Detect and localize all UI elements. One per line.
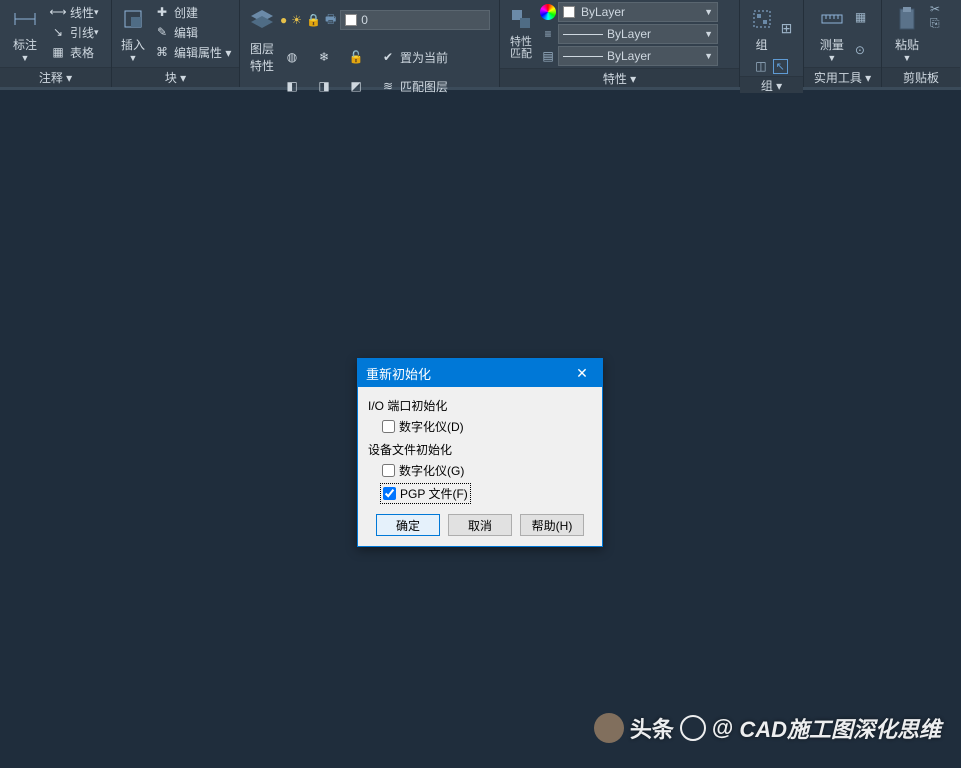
ungroup-icon[interactable]: ⊞: [781, 20, 793, 37]
color-select[interactable]: ByLayer▼: [558, 2, 718, 22]
layer-tool2[interactable]: ❄: [314, 47, 338, 67]
create-button[interactable]: ✚创建: [152, 2, 233, 22]
linear-icon: ⟷: [50, 4, 66, 20]
dimension-label: 标注: [13, 36, 37, 53]
cut-icon[interactable]: ✂: [930, 2, 940, 16]
panel-title-annotate[interactable]: 注释 ▾: [0, 67, 111, 87]
layer-iso-icon: ◧: [284, 78, 300, 94]
insert-button[interactable]: 插入 ▼: [116, 2, 150, 65]
wechat-icon: [680, 715, 706, 741]
chevron-down-icon: ▼: [129, 53, 138, 63]
layer-freeze-icon: ❄: [316, 49, 332, 65]
edit-button[interactable]: ✎编辑: [152, 22, 233, 42]
digitizer-d-label: 数字化仪(D): [399, 418, 464, 435]
layer-tool3[interactable]: 🔓: [346, 47, 370, 67]
digitizer-d-checkbox[interactable]: [382, 420, 395, 433]
edit-attr-button[interactable]: ⌘编辑属性 ▾: [152, 42, 233, 62]
pgp-file-checkbox[interactable]: [383, 487, 396, 500]
linear-button[interactable]: ⟷线性 ▾: [48, 2, 101, 22]
attr-icon: ⌘: [154, 44, 170, 60]
layer-tool1[interactable]: ◍: [282, 47, 306, 67]
layer-off-icon: ◍: [284, 49, 300, 65]
copy-icon[interactable]: ⎘: [930, 16, 940, 31]
avatar-icon: [594, 713, 624, 743]
lightbulb-icon[interactable]: ●: [280, 13, 287, 27]
leader-icon: ↘: [50, 24, 66, 40]
panel-title-group[interactable]: 组 ▾: [740, 76, 803, 94]
edit-icon: ✎: [154, 24, 170, 40]
group-edit-icon[interactable]: ◫: [755, 59, 766, 74]
layer-color-swatch: [345, 14, 357, 26]
reinit-dialog: 重新初始化 ✕ I/O 端口初始化 数字化仪(D) 设备文件初始化 数字化仪(G…: [357, 358, 603, 547]
dimension-button[interactable]: 标注 ▼: [4, 2, 46, 65]
linetype-icon[interactable]: ▤: [540, 49, 556, 63]
layer-select[interactable]: 0: [340, 10, 490, 30]
help-button[interactable]: 帮助(H): [520, 514, 584, 536]
group-select-icon[interactable]: ↖: [773, 59, 788, 74]
paste-button[interactable]: 粘贴 ▼: [886, 2, 928, 65]
panel-title-clip: 剪贴板: [882, 67, 960, 87]
lineweight-icon[interactable]: ≡: [540, 27, 556, 41]
layer-select-value: 0: [361, 13, 368, 27]
create-icon: ✚: [154, 4, 170, 20]
cancel-button[interactable]: 取消: [448, 514, 512, 536]
lock-icon[interactable]: 🔒: [306, 13, 321, 27]
set-current-button[interactable]: ✔置为当前: [378, 47, 450, 67]
layers-icon: [247, 4, 277, 34]
leader-button[interactable]: ↘引线 ▾: [48, 22, 101, 42]
plot-icon[interactable]: 🖶: [325, 10, 336, 31]
current-icon: ✔: [380, 49, 396, 65]
color-wheel-icon[interactable]: [540, 4, 556, 20]
watermark: 头条 @ CAD施工图深化思维: [594, 712, 941, 744]
digitizer-d-row[interactable]: 数字化仪(D): [368, 416, 592, 439]
panel-title-block[interactable]: 块 ▾: [112, 67, 239, 87]
layer-uniso-icon: ◨: [316, 78, 332, 94]
dimension-icon: [10, 4, 40, 34]
group-device-label: 设备文件初始化: [368, 441, 592, 458]
match-props-label: 特性匹配: [510, 36, 532, 60]
linetype-select[interactable]: ByLayer▼: [558, 24, 718, 44]
layer-props-button[interactable]: [244, 2, 280, 38]
group-io-label: I/O 端口初始化: [368, 397, 592, 414]
pgp-file-label: PGP 文件(F): [400, 485, 468, 502]
panel-annotate: 标注 ▼ ⟷线性 ▾ ↘引线 ▾ ▦表格 注释 ▾: [0, 0, 112, 87]
panel-properties: 特性匹配 ByLayer▼ ≡ ByLayer▼ ▤ ByLayer▼ 特性 ▾: [500, 0, 740, 87]
match-icon: ≋: [380, 78, 396, 94]
chevron-down-icon: ▼: [21, 53, 30, 63]
ruler-icon: [817, 4, 847, 34]
table-button[interactable]: ▦表格: [48, 42, 101, 62]
sun-icon[interactable]: ☀: [291, 13, 302, 27]
close-icon[interactable]: ✕: [562, 359, 602, 387]
measure-button[interactable]: 测量 ▼: [817, 2, 847, 65]
dialog-title: 重新初始化: [366, 364, 431, 383]
panel-title-util[interactable]: 实用工具 ▾: [804, 67, 881, 87]
panel-group: 组 ⊞ ◫ ↖ 组 ▾: [740, 0, 804, 87]
clipboard-icon: [892, 4, 922, 34]
table-icon: ▦: [50, 44, 66, 60]
panel-title-props[interactable]: 特性 ▾: [500, 68, 739, 87]
match-props-button[interactable]: 特性匹配: [504, 2, 538, 62]
dialog-titlebar[interactable]: 重新初始化 ✕: [358, 359, 602, 387]
group-button[interactable]: 组: [749, 2, 775, 55]
panel-utilities: 测量 ▼ ▦ ⊙ 实用工具 ▾: [804, 0, 882, 87]
layer-props-label: 图层特性: [244, 40, 280, 74]
layer-walk-icon: ◩: [348, 78, 364, 94]
insert-label: 插入: [121, 36, 145, 53]
digitizer-g-label: 数字化仪(G): [399, 462, 464, 479]
pgp-file-row[interactable]: PGP 文件(F): [380, 483, 471, 504]
group-icon: [747, 4, 777, 34]
layer-lock-icon: 🔓: [348, 49, 364, 65]
panel-layer: ● ☀ 🔒 🖶 0 图层特性 ◍ ❄ 🔓 ✔置为当前: [240, 0, 500, 87]
ok-button[interactable]: 确定: [376, 514, 440, 536]
digitizer-g-checkbox[interactable]: [382, 464, 395, 477]
panel-block: 插入 ▼ ✚创建 ✎编辑 ⌘编辑属性 ▾ 块 ▾: [112, 0, 240, 87]
match-props-icon: [506, 4, 536, 34]
lineweight-select[interactable]: ByLayer▼: [558, 46, 718, 66]
insert-icon: [118, 4, 148, 34]
digitizer-g-row[interactable]: 数字化仪(G): [368, 460, 592, 483]
ribbon-toolbar: 标注 ▼ ⟷线性 ▾ ↘引线 ▾ ▦表格 注释 ▾ 插入 ▼ ✚创建 ✎编辑 ⌘…: [0, 0, 961, 90]
calc-icon[interactable]: ▦: [855, 10, 866, 24]
point-icon[interactable]: ⊙: [855, 43, 866, 57]
panel-clipboard: 粘贴 ▼ ✂ ⎘ 剪贴板: [882, 0, 960, 87]
